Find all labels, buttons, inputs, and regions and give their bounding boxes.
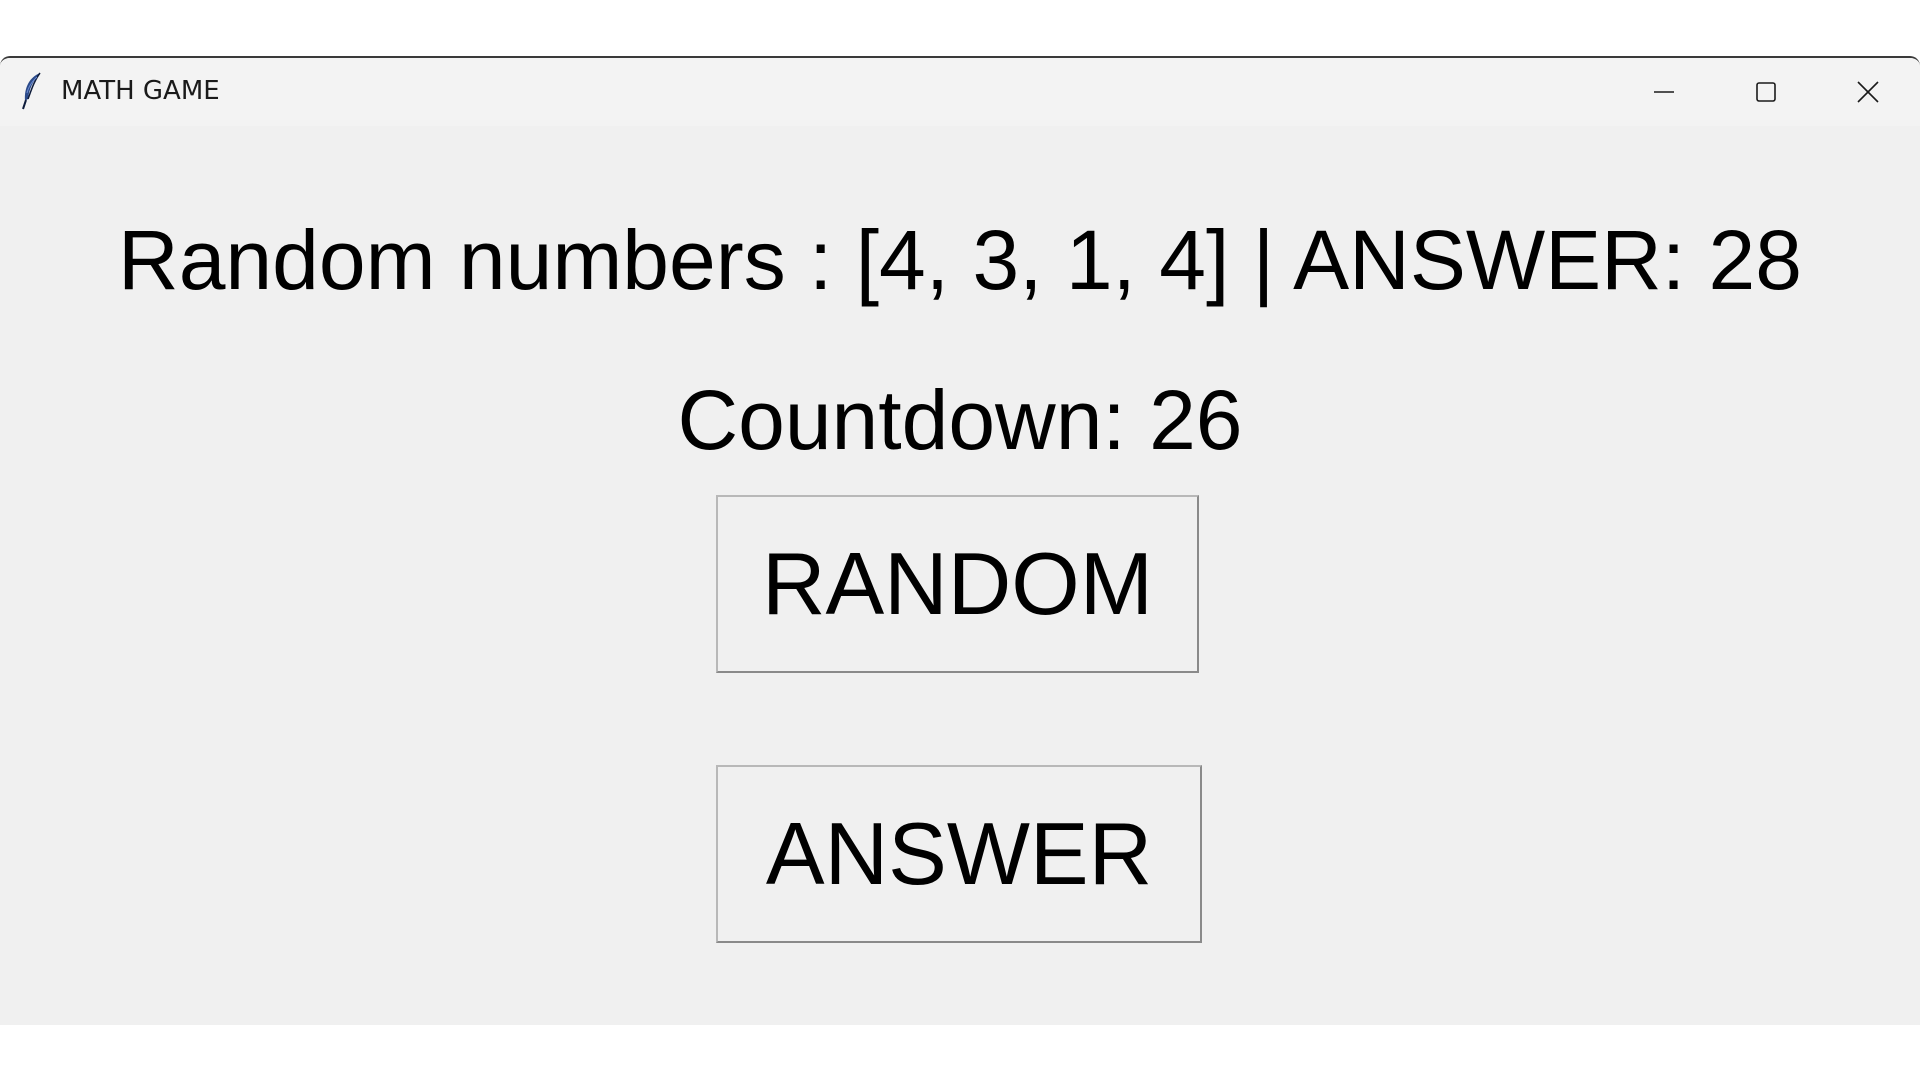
close-icon [1855, 79, 1881, 105]
random-button[interactable]: RANDOM [716, 495, 1199, 673]
answer-button[interactable]: ANSWER [716, 765, 1202, 943]
feather-icon [20, 71, 44, 111]
maximize-icon [1754, 80, 1778, 104]
app-window: MATH GAME Random numbers: [4, 3, 1, 4] … [0, 56, 1920, 1025]
random-numbers-label: Random numbers : [4, 3, 1, 4] | ANSWER: … [118, 213, 1802, 307]
maximize-button[interactable] [1716, 58, 1816, 126]
minimize-icon [1652, 80, 1676, 104]
title-bar[interactable]: MATH GAME [0, 58, 1920, 126]
close-button[interactable] [1818, 58, 1918, 126]
countdown-label: Countdown: 26 [677, 373, 1243, 467]
main-content: Random numbers : [4, 3, 1, 4] | ANSWER: … [0, 126, 1920, 1025]
minimize-button[interactable] [1614, 58, 1714, 126]
window-title: MATH GAME [61, 76, 220, 106]
